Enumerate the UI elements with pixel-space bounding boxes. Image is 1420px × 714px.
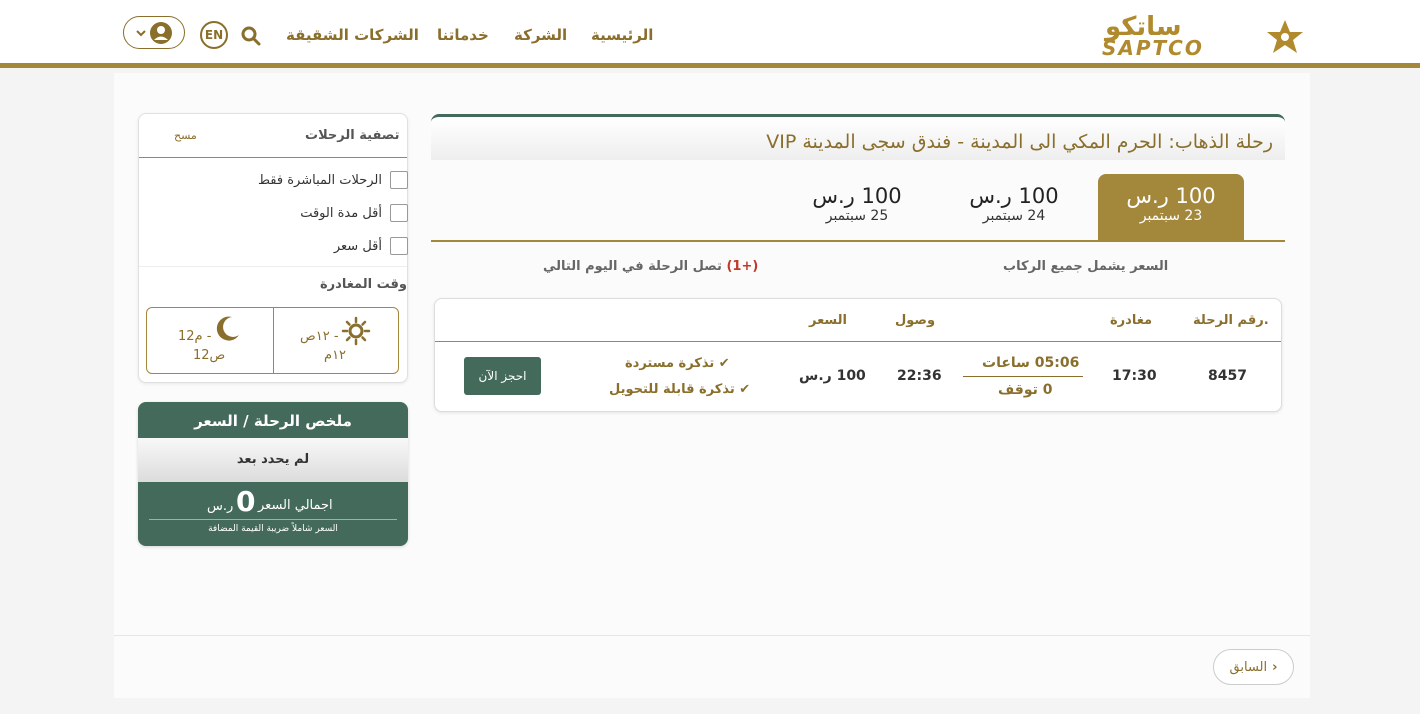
- results-header-divider: [435, 341, 1281, 342]
- previous-button[interactable]: ‹ السابق: [1213, 649, 1294, 685]
- duration-value: 05:06 ساعات: [982, 355, 1080, 371]
- chevron-down-icon: [136, 29, 146, 36]
- trip-title: رحلة الذهاب: الحرم المكي الى المدينة - ف…: [766, 131, 1273, 153]
- departure-time-value: 17:30: [1112, 368, 1157, 384]
- price-note: السعر يشمل جميع الركاب: [1003, 259, 1169, 274]
- next-day-note: (+1) تصل الرحلة في اليوم التالي: [543, 259, 758, 274]
- nav-services[interactable]: خدماتنا: [437, 26, 489, 44]
- date-tab-date: 23 سبتمبر: [1139, 208, 1203, 224]
- check-icon: ✔: [718, 356, 730, 371]
- date-tab-price: 100 ر.س: [1126, 184, 1216, 208]
- date-tab-24-sep[interactable]: 100 ر.س 24 سبتمبر: [941, 174, 1087, 240]
- date-tab-25-sep[interactable]: 100 ر.س 25 سبتمبر: [784, 174, 930, 240]
- saptco-logo[interactable]: ساتكو SAPTCO: [1100, 10, 1310, 60]
- nav-home[interactable]: الرئيسية: [591, 26, 653, 44]
- trip-number-value: 8457: [1208, 368, 1247, 384]
- next-day-text: تصل الرحلة في اليوم التالي: [543, 259, 727, 274]
- summary-title: ملخص الرحلة / السعر: [194, 412, 352, 430]
- footer-divider: [114, 635, 1310, 636]
- previous-button-label: السابق: [1229, 659, 1268, 675]
- filter-section-divider: [139, 266, 407, 267]
- date-tab-price: 100 ر.س: [969, 184, 1059, 208]
- filter-option-shortest[interactable]: أقل مدة الوقت: [300, 203, 408, 223]
- departure-time-title: وقت المغادرة: [320, 277, 407, 292]
- filter-option-direct[interactable]: الرحلات المباشرة فقط: [258, 170, 408, 190]
- checkbox[interactable]: [390, 171, 408, 189]
- date-tab-23-sep[interactable]: 100 ر.س 23 سبتمبر: [1098, 174, 1244, 240]
- date-tab-price: 100 ر.س: [812, 184, 902, 208]
- col-head-price: السعر: [809, 313, 847, 328]
- checkbox[interactable]: [390, 237, 408, 255]
- trip-header: رحلة الذهاب: الحرم المكي الى المدينة - ف…: [431, 114, 1285, 160]
- stops-value: 0 توقف: [998, 382, 1053, 398]
- total-price-label: اجمالي السعر: [258, 498, 333, 513]
- filter-option-cheapest[interactable]: أقل سعر: [334, 236, 408, 256]
- duration-divider: [963, 376, 1083, 377]
- feature-transferable-label: تذكرة قابلة للتحويل: [609, 382, 735, 397]
- col-head-departure: مغادرة: [1110, 313, 1153, 328]
- feature-refundable: ✔ تذكرة مستردة: [625, 356, 730, 371]
- arrival-time-value: 22:36: [897, 368, 942, 384]
- day-range-end: ١٢م: [324, 348, 347, 363]
- filter-option-label: الرحلات المباشرة فقط: [257, 172, 382, 188]
- search-icon[interactable]: [239, 24, 263, 48]
- total-price-value: 0: [236, 485, 256, 518]
- filter-clear-link[interactable]: مسح: [174, 129, 197, 142]
- total-divider: [149, 519, 397, 520]
- sun-icon: [341, 316, 371, 346]
- moon-icon: [216, 316, 239, 341]
- filter-option-label: أقل مدة الوقت: [300, 205, 382, 221]
- vat-note: السعر شاملاً ضريبة القيمة المضافة: [208, 524, 338, 534]
- date-tab-date: 25 سبتمبر: [825, 208, 889, 224]
- filter-option-label: أقل سعر: [333, 238, 382, 254]
- filter-title-divider: [139, 157, 407, 158]
- col-head-arrival: وصول: [895, 313, 936, 328]
- summary-status: لم يحدد بعد: [236, 452, 310, 467]
- price-value: 100 ر.س: [799, 368, 866, 384]
- nav-sister-companies[interactable]: الشركات الشقيقة: [286, 26, 419, 44]
- filter-title: تصفية الرحلات: [305, 128, 400, 143]
- feature-refundable-label: تذكرة مستردة: [625, 356, 715, 371]
- nav-company[interactable]: الشركة: [514, 26, 567, 44]
- date-tabs-underline: [431, 240, 1285, 242]
- book-now-button[interactable]: احجز الآن: [464, 357, 541, 395]
- col-head-trip-number: رقم الرحلة.: [1193, 313, 1269, 328]
- trip-results-card: [434, 298, 1282, 412]
- feature-transferable: ✔ تذكرة قابلة للتحويل: [609, 382, 750, 397]
- checkbox[interactable]: [390, 204, 408, 222]
- night-range-start: 12م -: [178, 329, 212, 344]
- chevron-left-icon: ‹: [1272, 659, 1278, 675]
- total-price-currency: ر.س: [207, 499, 234, 514]
- user-menu-button[interactable]: [123, 16, 185, 49]
- day-range-start: ١٢ص -: [300, 329, 339, 344]
- logo-text-en: SAPTCO: [1102, 36, 1204, 58]
- language-toggle-button[interactable]: EN: [200, 21, 228, 49]
- date-tab-date: 24 سبتمبر: [982, 208, 1046, 224]
- check-icon: ✔: [739, 382, 751, 397]
- user-avatar-icon: [150, 21, 172, 44]
- night-range-end: 12ص: [193, 348, 226, 363]
- next-day-marker: (+1): [726, 259, 759, 274]
